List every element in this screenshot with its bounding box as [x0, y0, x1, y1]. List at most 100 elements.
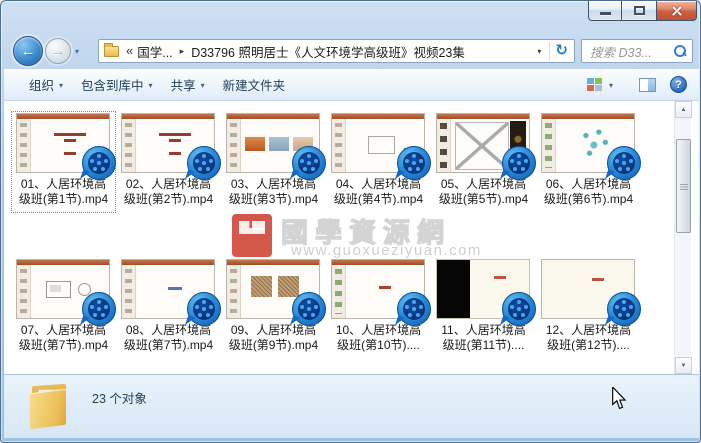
file-list: 國學資源網 www.guoxueziyuan.com ▲ ▼ 01、人居环境高 … [4, 101, 699, 374]
watermark-site-url: www.guoxueziyuan.com [291, 242, 482, 259]
file-name: 02、人居环境高 级班(第2节).mp4 [123, 177, 214, 206]
file-name: 12、人居环境高 级班(第12节).... [545, 323, 632, 352]
file-tile[interactable]: 12、人居环境高 级班(第12节).... [538, 259, 641, 357]
scrollbar-thumb[interactable] [676, 139, 691, 233]
chevron-down-icon: ▾ [59, 81, 64, 90]
breadcrumb-parent[interactable]: 国学... [137, 42, 172, 61]
recent-pages-caret-icon[interactable]: ▾ [75, 47, 79, 56]
video-thumbnail [331, 259, 431, 326]
refresh-icon[interactable]: ↻ [550, 43, 574, 60]
file-tile[interactable]: 11、人居环境高 级班(第11节).... [433, 259, 536, 357]
share-label: 共享 [170, 79, 196, 93]
seal-stamp-icon [232, 214, 272, 257]
film-reel-icon [80, 292, 116, 326]
help-icon[interactable]: ? [670, 76, 687, 93]
file-name: 10、人居环境高 级班(第10节).... [335, 323, 422, 352]
include-in-library-button[interactable]: 包含到库中 ▾ [72, 71, 162, 98]
file-name: 03、人居环境高 级班(第3节).mp4 [228, 177, 319, 206]
file-name: 11、人居环境高 级班(第11节).... [441, 323, 526, 352]
search-placeholder: 搜索 D33... [590, 45, 652, 60]
breadcrumb-overflow-icon[interactable]: « [124, 43, 137, 60]
breadcrumb-current[interactable]: D33796 照明居士《人文环境学高级班》视频23集 [191, 42, 465, 61]
preview-pane-icon[interactable] [639, 77, 656, 92]
video-thumbnail [436, 259, 536, 326]
new-folder-label: 新建文件夹 [222, 79, 286, 93]
folder-icon [30, 383, 70, 430]
minimize-icon [599, 11, 611, 15]
scroll-up-button[interactable]: ▲ [675, 101, 692, 118]
address-dropdown-icon[interactable]: ▾ [529, 47, 549, 56]
item-count: 23 个对象 [92, 392, 147, 406]
video-thumbnail [541, 259, 641, 326]
file-tile[interactable]: 06、人居环境高 级班(第6节).mp4 [538, 113, 641, 211]
scroll-down-button[interactable]: ▼ [675, 357, 692, 374]
file-name: 05、人居环境高 级班(第5节).mp4 [438, 177, 529, 206]
details-pane: 23 个对象 [4, 374, 699, 438]
command-bar: 组织 ▾ 包含到库中 ▾ 共享 ▾ 新建文件夹 ▾ ? [4, 69, 699, 101]
video-thumbnail [16, 259, 116, 326]
film-reel-icon [185, 146, 221, 180]
video-thumbnail [226, 113, 326, 180]
file-tile[interactable]: 09、人居环境高 级班(第9节).mp4 [223, 259, 326, 357]
file-name: 01、人居环境高 级班(第1节).mp4 [18, 177, 109, 206]
video-thumbnail [226, 259, 326, 326]
maximize-button[interactable] [622, 1, 656, 21]
file-name: 07、人居环境高 级班(第7节).mp4 [18, 323, 109, 352]
film-reel-icon [80, 146, 116, 180]
video-thumbnail [541, 113, 641, 180]
film-reel-icon [500, 292, 536, 326]
close-button[interactable] [656, 1, 697, 21]
file-name: 08、人居环境高 级班(第7节).mp4 [123, 323, 214, 352]
back-button[interactable]: ← [13, 36, 43, 66]
file-tile[interactable]: 01、人居环境高 级班(第1节).mp4 [11, 111, 116, 213]
film-reel-icon [185, 292, 221, 326]
file-tile[interactable]: 04、人居环境高 级班(第4节).mp4 [328, 113, 431, 211]
search-icon[interactable] [673, 44, 687, 58]
file-name: 06、人居环境高 级班(第6节).mp4 [543, 177, 634, 206]
include-in-library-label: 包含到库中 [81, 79, 144, 93]
share-button[interactable]: 共享 ▾ [162, 71, 214, 98]
file-tile[interactable]: 05、人居环境高 级班(第5节).mp4 [433, 113, 536, 211]
chevron-down-icon: ▾ [608, 81, 613, 90]
vertical-scrollbar[interactable]: ▲ ▼ [674, 101, 692, 374]
views-icon [586, 77, 603, 92]
organize-button[interactable]: 组织 ▾ [20, 71, 72, 98]
window-controls [588, 1, 697, 21]
forward-arrow-icon: → [50, 42, 66, 60]
video-thumbnail [436, 113, 536, 180]
forward-button[interactable]: → [45, 38, 71, 64]
minimize-button[interactable] [588, 1, 622, 21]
scroll-down-icon: ▼ [680, 362, 687, 369]
change-view-button[interactable]: ▾ [583, 75, 617, 95]
maximize-icon [633, 6, 645, 15]
new-folder-button[interactable]: 新建文件夹 [214, 71, 295, 98]
film-reel-icon [395, 146, 431, 180]
explorer-window: ← → ▾ « 国学... ▸ D33796 照明居士《人文环境学高级班》视频2… [0, 0, 701, 443]
film-reel-icon [290, 146, 326, 180]
chevron-down-icon: ▾ [148, 81, 153, 90]
address-bar[interactable]: « 国学... ▸ D33796 照明居士《人文环境学高级班》视频23集 ▾ ↻ [98, 39, 575, 63]
film-reel-icon [605, 292, 641, 326]
file-tile[interactable]: 07、人居环境高 级班(第7节).mp4 [13, 259, 116, 357]
folder-icon [104, 42, 119, 57]
file-tile[interactable]: 08、人居环境高 级班(第7节).mp4 [118, 259, 221, 357]
back-arrow-icon: ← [20, 42, 36, 60]
film-reel-icon [605, 146, 641, 180]
file-name: 04、人居环境高 级班(第4节).mp4 [333, 177, 424, 206]
film-reel-icon [290, 292, 326, 326]
breadcrumb-separator-icon[interactable]: ▸ [173, 46, 192, 57]
video-thumbnail [16, 113, 116, 180]
chevron-down-icon: ▾ [200, 81, 205, 90]
film-reel-icon [395, 292, 431, 326]
video-thumbnail [121, 259, 221, 326]
file-tile[interactable]: 03、人居环境高 级班(第3节).mp4 [223, 113, 326, 211]
file-tile[interactable]: 02、人居环境高 级班(第2节).mp4 [118, 113, 221, 211]
file-tile[interactable]: 10、人居环境高 级班(第10节).... [328, 259, 431, 357]
search-box[interactable]: 搜索 D33... [581, 39, 693, 63]
close-icon [670, 5, 684, 17]
video-thumbnail [331, 113, 431, 180]
video-thumbnail [121, 113, 221, 180]
scroll-up-icon: ▲ [680, 106, 687, 113]
organize-label: 组织 [29, 79, 55, 93]
film-reel-icon [500, 146, 536, 180]
